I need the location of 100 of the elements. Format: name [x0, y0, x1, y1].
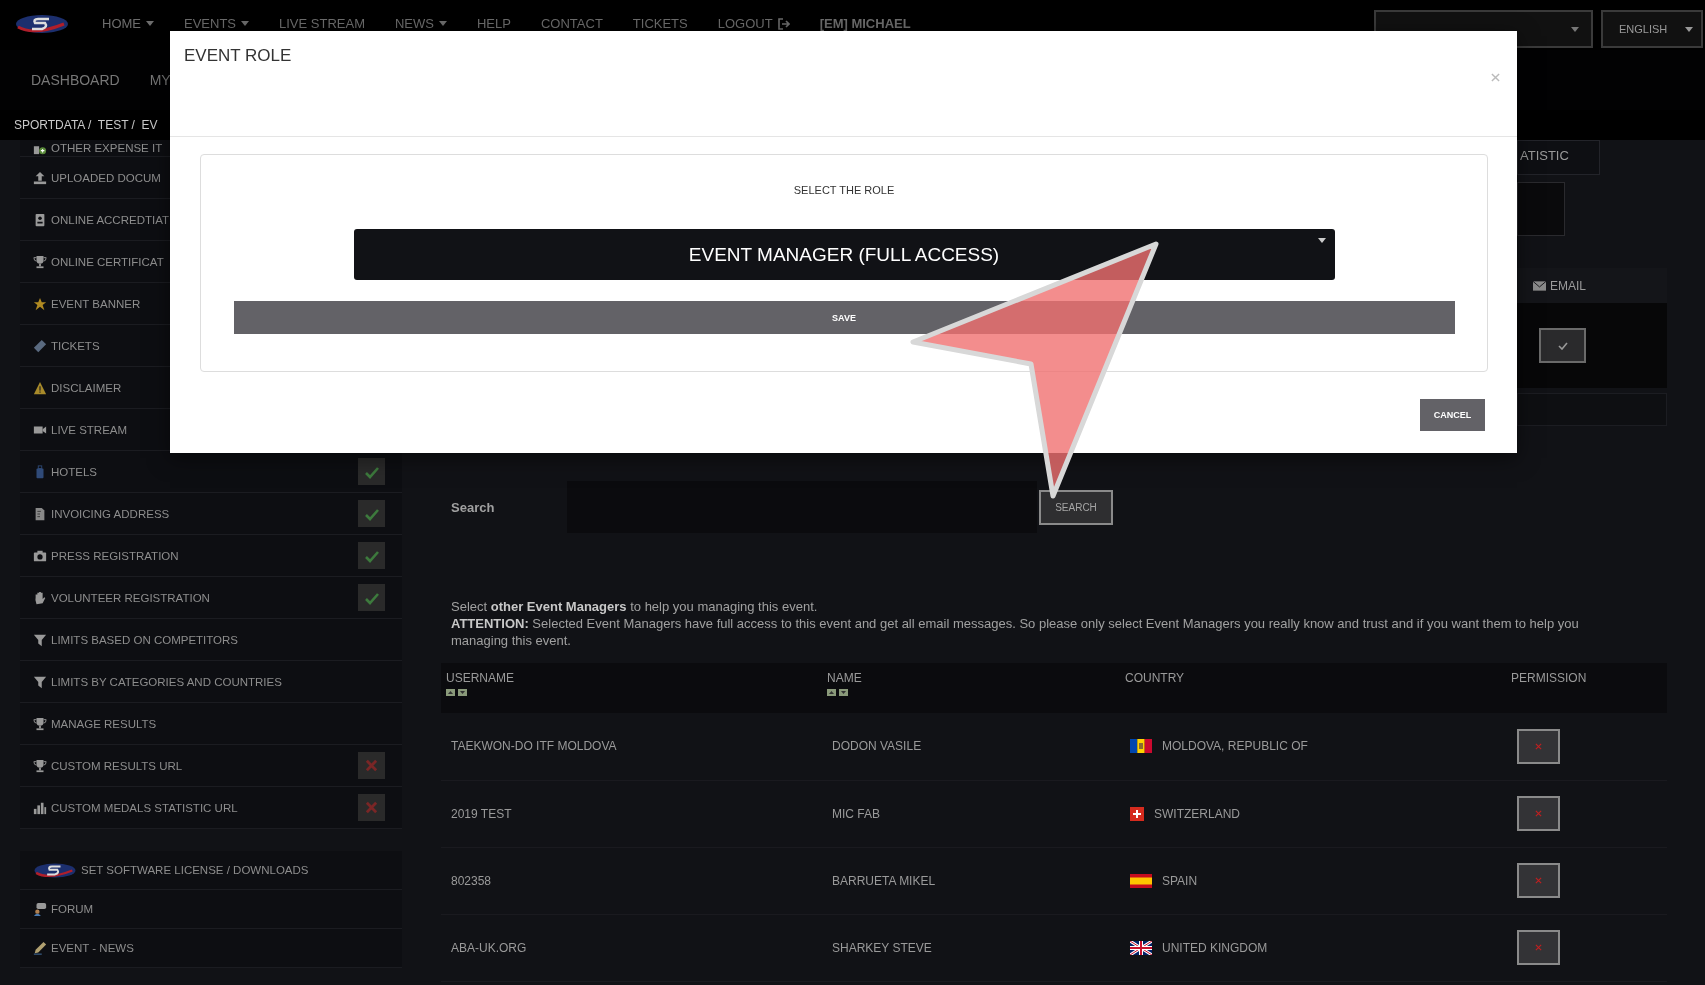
check-toggle[interactable] — [358, 458, 385, 485]
search-button[interactable]: SEARCH — [1039, 489, 1113, 525]
sidebar-item[interactable]: FORUM — [20, 890, 402, 929]
sort-icon[interactable] — [446, 689, 467, 696]
warning-icon — [33, 380, 47, 395]
flag-icon — [1130, 873, 1152, 888]
nav-link[interactable]: MY — [149, 72, 171, 88]
permission-toggle[interactable] — [1517, 930, 1560, 965]
column-header: PERMISSION — [1506, 663, 1667, 713]
ticket-icon — [33, 338, 47, 353]
caret-icon — [439, 21, 447, 26]
permission-toggle[interactable] — [1517, 863, 1560, 898]
chat-icon — [33, 902, 47, 916]
trophy-icon — [33, 254, 47, 269]
nav-link[interactable]: NEWS — [395, 16, 447, 31]
cross-icon — [365, 759, 378, 772]
nav-link[interactable]: CONTACT — [540, 16, 603, 31]
info-text: Select other Event Managers to help you managing this event. — [451, 598, 819, 615]
upload-icon — [33, 170, 47, 185]
check-icon — [1557, 341, 1568, 350]
flag-icon — [1130, 739, 1152, 754]
sidebar-item[interactable]: HOTELS — [20, 451, 402, 493]
table-cell: MIC FAB — [822, 780, 1120, 847]
breadcrumb[interactable]: SPORTDATA / TEST / EV — [14, 118, 158, 132]
check-toggle[interactable] — [358, 542, 385, 569]
sidebar-item[interactable]: CUSTOM MEDALS STATISTIC URL — [20, 787, 402, 829]
column-header: NAME — [822, 663, 1120, 713]
trophy-icon — [33, 716, 47, 731]
sidebar-item[interactable]: LIMITS BASED ON COMPETITORS — [20, 619, 402, 661]
nav-link[interactable]: LOGOUT — [717, 16, 790, 31]
close-icon[interactable] — [1491, 73, 1500, 82]
logo-icon — [33, 860, 77, 880]
camera-icon — [33, 548, 47, 563]
cross-icon — [1535, 742, 1542, 750]
check-toggle[interactable] — [358, 584, 385, 611]
sort-icon[interactable] — [827, 689, 848, 696]
panel-box — [1517, 182, 1565, 236]
nav-link[interactable]: HELP — [477, 16, 511, 31]
cross-icon — [1535, 810, 1542, 817]
envelope-icon — [1533, 280, 1546, 291]
sidebar-item[interactable]: LIMITS BY CATEGORIES AND COUNTRIES — [20, 661, 402, 703]
caret-icon — [241, 21, 249, 26]
nav-link[interactable]: HOME — [102, 16, 154, 31]
nav-link[interactable]: TICKETS — [632, 16, 688, 31]
cross-icon — [1535, 944, 1542, 951]
column-header: USERNAME — [441, 663, 822, 713]
id-card-icon — [33, 212, 47, 227]
column-header: COUNTRY — [1120, 663, 1506, 713]
table-cell: DODON VASILE — [822, 713, 1120, 780]
cross-icon — [365, 801, 378, 814]
table-cell: SHARKEY STEVE — [822, 914, 1120, 981]
sidebar-item[interactable]: INVOICING ADDRESS — [20, 493, 402, 535]
permission-toggle[interactable] — [1517, 728, 1560, 764]
country-cell: MOLDOVA, REPUBLIC OF — [1120, 713, 1506, 780]
country-cell: UNITED KINGDOM — [1120, 914, 1506, 981]
flag-icon — [1130, 806, 1144, 821]
sidebar-item[interactable]: VOLUNTEER REGISTRATION — [20, 577, 402, 619]
cross-icon — [1535, 877, 1542, 884]
nav-link[interactable]: [EM] MICHAEL — [819, 16, 911, 31]
caret-icon — [1571, 26, 1579, 32]
country-cell: SPAIN — [1120, 847, 1506, 914]
filter-icon — [33, 674, 47, 689]
table-cell: ABA-UK.ORG — [441, 914, 822, 981]
modal-title: EVENT ROLE — [184, 46, 293, 66]
logout-icon — [777, 17, 790, 30]
nav-link[interactable]: LIVE STREAM — [279, 16, 365, 31]
tab[interactable]: ATISTIC — [1517, 140, 1600, 175]
sidebar-item[interactable]: MANAGE RESULTS — [20, 703, 402, 745]
language-select[interactable]: ENGLISH — [1601, 10, 1703, 48]
info-text: ATTENTION: Selected Event Managers have full access to this event and get all email messages. So please only select Event Managers you really know and trust and if you want them to help you managing this event. — [451, 615, 1580, 649]
sidebar-item[interactable]: SET SOFTWARE LICENSE / DOWNLOADS — [20, 851, 402, 890]
table-cell: TAEKWON-DO ITF MOLDOVA — [441, 713, 822, 780]
sidebar-item[interactable]: EVENT - NEWS — [20, 929, 402, 968]
trophy-icon — [33, 758, 47, 773]
hand-icon — [33, 590, 47, 605]
cross-toggle[interactable] — [358, 794, 385, 821]
cross-toggle[interactable] — [358, 752, 385, 779]
table-cell: BARRUETA MIKEL — [822, 847, 1120, 914]
field-label: SELECT THE ROLE — [793, 184, 895, 196]
table-cell: 2019 TEST — [441, 780, 822, 847]
checkbox[interactable] — [1539, 328, 1586, 363]
caret-icon — [146, 21, 154, 26]
nav-link[interactable]: EVENTS — [184, 16, 249, 31]
table-cell: 802358 — [441, 847, 822, 914]
column-label: EMAIL — [1550, 278, 1586, 293]
sidebar-item[interactable]: PRESS REGISTRATION — [20, 535, 402, 577]
cancel-button[interactable]: CANCEL — [1420, 399, 1485, 431]
logo-icon[interactable] — [14, 12, 70, 36]
star-icon — [33, 296, 47, 311]
check-toggle[interactable] — [358, 500, 385, 527]
country-cell: SWITZERLAND — [1120, 780, 1506, 847]
filter-icon — [33, 632, 47, 647]
search-label: Search — [450, 499, 496, 515]
nav-link[interactable]: DASHBOARD — [31, 72, 120, 88]
flag-icon — [1130, 940, 1152, 955]
pencil-icon — [33, 941, 47, 955]
permission-toggle[interactable] — [1517, 796, 1560, 831]
caret-icon — [1685, 26, 1693, 32]
role-select[interactable]: EVENT MANAGER (FULL ACCESS) — [353, 229, 1335, 280]
sidebar-item[interactable]: CUSTOM RESULTS URL — [20, 745, 402, 787]
